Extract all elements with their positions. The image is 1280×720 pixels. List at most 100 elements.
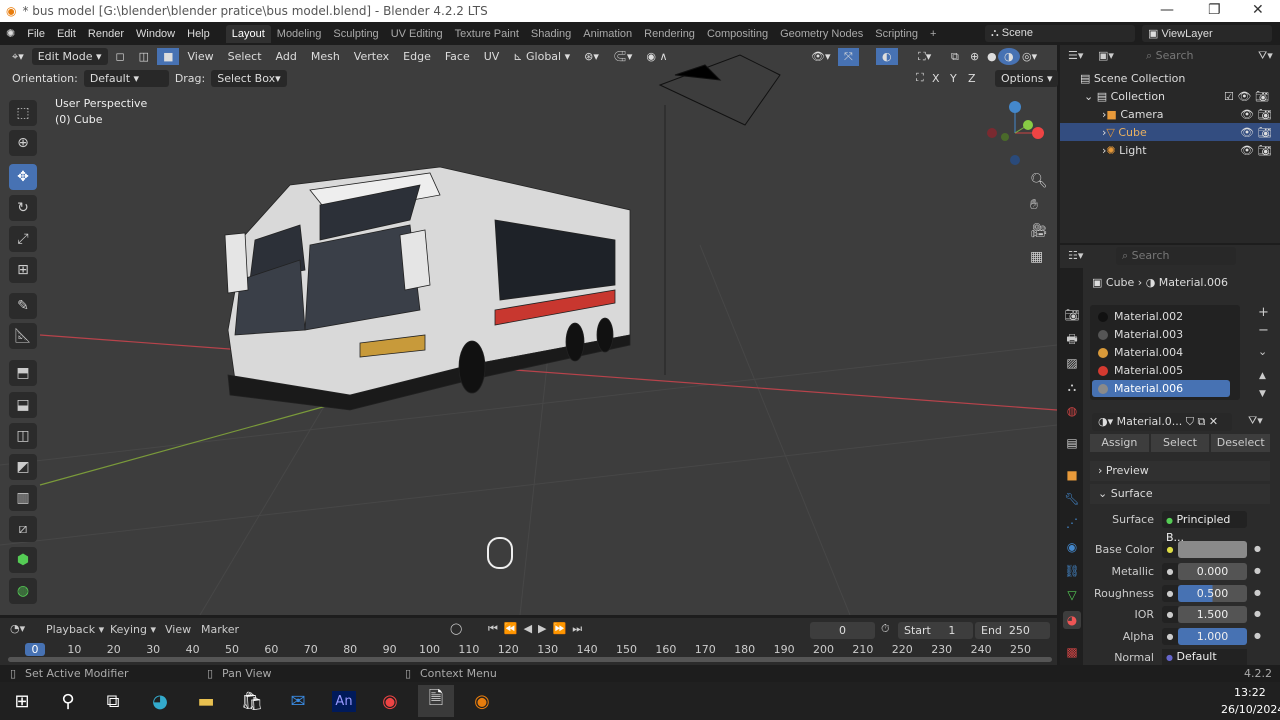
visibility-icon[interactable]: 👁︎▾	[805, 48, 837, 65]
select-mode-vertex-icon[interactable]: ◻	[110, 48, 131, 65]
tab-modeling[interactable]: Modeling	[271, 25, 328, 43]
base-color-swatch[interactable]	[1178, 541, 1247, 558]
object-tab-icon[interactable]: ■	[1063, 466, 1081, 484]
zoom-icon[interactable]: 🔍︎	[1030, 173, 1048, 189]
timeline-scrollbar[interactable]	[8, 657, 1052, 662]
file-explorer-icon[interactable]: ▬	[188, 685, 224, 717]
normal-selector[interactable]: ● Default	[1162, 649, 1247, 665]
menu-mesh[interactable]: Mesh	[305, 48, 346, 65]
blender-menu-icon[interactable]: ✺	[0, 27, 21, 40]
editor-type-icon[interactable]: ⌖▾	[6, 48, 30, 66]
menu-render[interactable]: Render	[82, 28, 130, 40]
rendered-shading-icon[interactable]: ◎▾	[1016, 48, 1043, 65]
scene-tab-icon[interactable]: ⛬	[1063, 378, 1081, 396]
roughness-slider[interactable]: 0.500	[1178, 585, 1247, 602]
slot-specials-icon[interactable]: ⌄	[1258, 345, 1267, 358]
minimize-button[interactable]: —	[1160, 2, 1174, 18]
render-tab-icon[interactable]: 📷︎	[1063, 306, 1081, 324]
tab-rendering[interactable]: Rendering	[638, 25, 701, 43]
outlook-icon[interactable]: ✉	[280, 685, 316, 717]
properties-search-input[interactable]: ⌕ Search	[1116, 247, 1236, 265]
spin-tool-icon[interactable]: ◍	[9, 578, 37, 604]
blender-taskbar-icon[interactable]: ◉	[464, 685, 500, 717]
socket-icon[interactable]: ●	[1162, 606, 1178, 623]
tab-sculpting[interactable]: Sculpting	[327, 25, 384, 43]
tab-texture-paint[interactable]: Texture Paint	[449, 25, 525, 43]
maximize-button[interactable]: ❐	[1208, 2, 1221, 18]
rotate-tool-icon[interactable]: ↻	[9, 195, 37, 221]
camera-view-icon[interactable]: 🎥︎	[1030, 223, 1048, 239]
keyframe-dot[interactable]: ●	[1254, 609, 1261, 618]
scale-tool-icon[interactable]: ⤢	[9, 226, 37, 252]
material-slot[interactable]: Material.003	[1092, 326, 1230, 343]
ior-field[interactable]: 1.500	[1178, 606, 1247, 623]
material-slot[interactable]: Material.004	[1092, 344, 1230, 361]
menu-keying[interactable]: Keying ▾	[110, 623, 156, 636]
cursor-tool-icon[interactable]: ⊕	[9, 130, 37, 156]
transform-orientation[interactable]: ⊾ Global ▾	[507, 48, 576, 65]
particles-tab-icon[interactable]: ⋰	[1063, 514, 1081, 532]
outliner-item-camera[interactable]: › ■ Camera 👁︎ 📷︎	[1060, 105, 1280, 123]
proportional-edit-icon[interactable]: ◉ ∧	[640, 48, 673, 65]
pan-hand-icon[interactable]: ✋︎	[1030, 197, 1038, 213]
current-frame-field[interactable]: 0	[810, 622, 875, 639]
task-view-icon[interactable]: ⧉	[95, 685, 131, 717]
axis-z-toggle[interactable]: Z	[962, 70, 982, 87]
select-box-tool-icon[interactable]: ⬚	[9, 100, 37, 126]
view-layer-tab-icon[interactable]: ▨	[1063, 354, 1081, 372]
orientation-selector[interactable]: Default ▾	[83, 69, 169, 87]
annotate-tool-icon[interactable]: ✎	[9, 293, 37, 319]
search-icon[interactable]: ⚲	[50, 685, 86, 717]
move-tool-icon[interactable]: ✥	[9, 164, 37, 190]
tab-compositing[interactable]: Compositing	[701, 25, 774, 43]
stopwatch-icon[interactable]: ⏱	[881, 622, 890, 636]
outliner-search-input[interactable]: ⌕ Search	[1140, 47, 1255, 65]
drag-selector[interactable]: Select Box▾	[211, 69, 287, 87]
axis-x-toggle[interactable]: X	[926, 70, 946, 87]
keyframe-dot[interactable]: ●	[1254, 588, 1261, 597]
file-app-icon[interactable]: 🗎	[418, 685, 454, 717]
keyframe-dot[interactable]: ●	[1254, 566, 1261, 575]
deselect-button[interactable]: Deselect	[1211, 434, 1271, 452]
tab-scripting[interactable]: Scripting	[869, 25, 924, 43]
menu-marker[interactable]: Marker	[201, 623, 239, 636]
surface-shader-selector[interactable]: ● Principled B...	[1162, 511, 1247, 544]
constraints-tab-icon[interactable]: ⛓	[1063, 562, 1081, 580]
outliner-display-mode-icon[interactable]: ☰▾	[1068, 49, 1083, 62]
add-cube-tool-icon[interactable]: ⬒	[9, 360, 37, 386]
playback-controls[interactable]: ⏮⏪◀▶⏩⏭	[488, 622, 588, 636]
modifier-tab-icon[interactable]: 🔧︎	[1063, 490, 1081, 508]
select-mode-face-icon[interactable]: ■	[157, 48, 180, 65]
tab-layout[interactable]: Layout	[225, 24, 271, 43]
checkbox[interactable]: ☑ 👁︎ 📷︎	[1224, 90, 1269, 103]
visibility-toggles[interactable]: 👁︎ 📷︎	[1240, 144, 1271, 157]
select-button[interactable]: Select	[1150, 434, 1210, 452]
outliner-filter-view-icon[interactable]: ▣▾	[1098, 49, 1114, 62]
surface-panel-header[interactable]: ⌄ Surface	[1090, 484, 1270, 504]
gizmo-icon[interactable]: ⤧	[838, 47, 859, 66]
grid-view-icon[interactable]: ▦	[1030, 249, 1043, 265]
end-frame-field[interactable]: End 250	[975, 622, 1050, 639]
mode-selector[interactable]: Edit Mode ▾	[31, 48, 108, 65]
tab-animation[interactable]: Animation	[577, 25, 638, 43]
select-mode-edge-icon[interactable]: ◫	[133, 48, 155, 65]
animate-icon[interactable]: An	[326, 685, 362, 717]
keyframe-dot[interactable]: ●	[1254, 544, 1261, 553]
tab-uv-editing[interactable]: UV Editing	[385, 25, 449, 43]
menu-select[interactable]: Select	[222, 48, 268, 65]
tab-geometry-nodes[interactable]: Geometry Nodes	[774, 25, 869, 43]
visibility-toggles[interactable]: 👁︎ 📷︎	[1240, 108, 1271, 121]
menu-help[interactable]: Help	[181, 28, 216, 40]
menu-file[interactable]: File	[21, 28, 51, 40]
scene-selector[interactable]: ⛬ Scene	[985, 25, 1135, 42]
close-button[interactable]: ✕	[1252, 2, 1264, 18]
material-slot[interactable]: Material.005	[1092, 362, 1230, 379]
navigation-gizmo[interactable]	[987, 101, 1044, 165]
menu-view[interactable]: View	[181, 48, 219, 65]
timeline-editor-icon[interactable]: ◔▾	[10, 622, 25, 635]
axis-y-toggle[interactable]: Y	[944, 70, 963, 87]
xray-icon[interactable]: ⧉	[945, 48, 965, 66]
socket-icon[interactable]: ●	[1162, 585, 1178, 602]
texture-tab-icon[interactable]: ▩	[1063, 643, 1081, 661]
outliner-item-collection[interactable]: ⌄ ▤ Collection ☑ 👁︎ 📷︎	[1060, 87, 1280, 105]
